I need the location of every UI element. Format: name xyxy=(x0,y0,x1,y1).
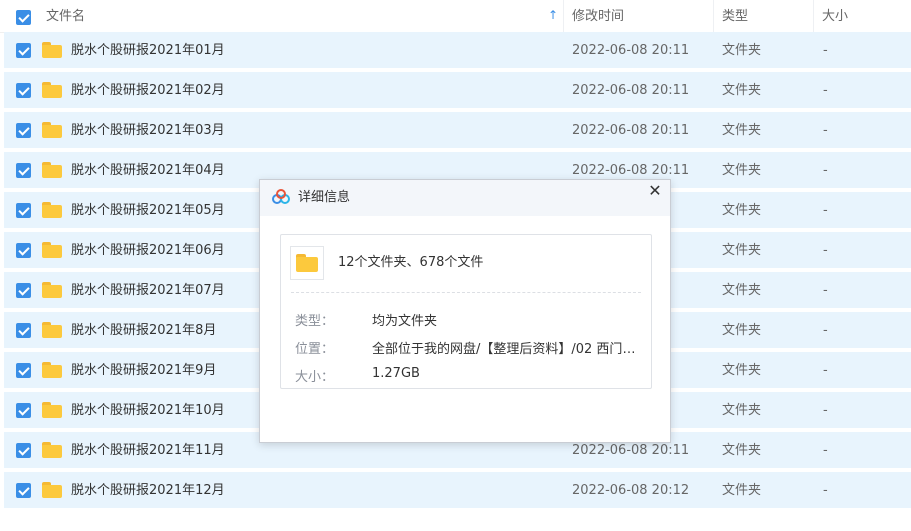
file-size: - xyxy=(823,283,828,298)
file-type: 文件夹 xyxy=(722,323,762,338)
file-type: 文件夹 xyxy=(722,483,762,498)
file-name[interactable]: 脱水个股研报2021年9月 xyxy=(71,352,216,390)
file-type: 文件夹 xyxy=(722,363,762,378)
dialog-title: 详细信息 xyxy=(298,190,351,205)
file-name[interactable]: 脱水个股研报2021年04月 xyxy=(71,152,225,190)
column-header-name[interactable]: 文件名 xyxy=(46,0,85,32)
type-label: 类型： xyxy=(295,314,335,329)
file-size: - xyxy=(823,443,828,458)
folder-icon xyxy=(42,442,62,458)
file-size: - xyxy=(823,83,828,98)
size-label: 大小： xyxy=(295,370,335,385)
file-modified-time: 2022-06-08 20:11 xyxy=(572,43,690,58)
folder-icon xyxy=(42,402,62,418)
file-type: 文件夹 xyxy=(722,243,762,258)
file-type: 文件夹 xyxy=(722,283,762,298)
file-type: 文件夹 xyxy=(722,443,762,458)
folder-icon xyxy=(42,122,62,138)
details-dialog: 详细信息 ✕ 12个文件夹、678个文件 类型： 均为文件夹 位置： 全部位于我… xyxy=(259,179,671,443)
row-checkbox[interactable] xyxy=(16,403,31,418)
file-list-header: 文件名 ↑ 修改时间 类型 大小 xyxy=(0,0,911,33)
location-value[interactable]: 全部位于我的网盘/【整理后资料】/02 西门学院/... xyxy=(372,338,647,357)
file-size: - xyxy=(823,163,828,178)
folder-icon xyxy=(42,82,62,98)
file-type: 文件夹 xyxy=(722,163,762,178)
file-type: 文件夹 xyxy=(722,403,762,418)
row-checkbox[interactable] xyxy=(16,163,31,178)
file-type: 文件夹 xyxy=(722,123,762,138)
folder-icon xyxy=(42,162,62,178)
row-checkbox[interactable] xyxy=(16,323,31,338)
row-checkbox[interactable] xyxy=(16,43,31,58)
folder-icon xyxy=(42,362,62,378)
type-value: 均为文件夹 xyxy=(372,314,438,329)
file-name[interactable]: 脱水个股研报2021年01月 xyxy=(71,32,225,70)
file-name[interactable]: 脱水个股研报2021年10月 xyxy=(71,392,225,430)
file-size: - xyxy=(823,483,828,498)
row-checkbox[interactable] xyxy=(16,123,31,138)
column-header-size[interactable]: 大小 xyxy=(822,0,848,32)
file-size: - xyxy=(823,243,828,258)
file-type: 文件夹 xyxy=(722,43,762,58)
file-row[interactable]: 脱水个股研报2021年02月 2022-06-08 20:11 文件夹 - xyxy=(4,72,911,108)
folder-icon xyxy=(42,202,62,218)
folder-icon xyxy=(290,246,324,280)
row-checkbox[interactable] xyxy=(16,483,31,498)
file-name[interactable]: 脱水个股研报2021年07月 xyxy=(71,272,225,310)
file-size: - xyxy=(823,123,828,138)
file-name[interactable]: 脱水个股研报2021年12月 xyxy=(71,472,225,510)
folder-icon xyxy=(42,242,62,258)
column-divider xyxy=(563,0,564,32)
selection-summary: 12个文件夹、678个文件 xyxy=(338,255,484,270)
file-type: 文件夹 xyxy=(722,203,762,218)
file-row[interactable]: 脱水个股研报2021年12月 2022-06-08 20:12 文件夹 - xyxy=(4,472,911,508)
column-header-type[interactable]: 类型 xyxy=(722,0,748,32)
divider xyxy=(291,292,641,293)
file-name[interactable]: 脱水个股研报2021年8月 xyxy=(71,312,216,350)
column-divider xyxy=(813,0,814,32)
file-name[interactable]: 脱水个股研报2021年03月 xyxy=(71,112,225,150)
row-checkbox[interactable] xyxy=(16,243,31,258)
column-divider xyxy=(713,0,714,32)
file-type: 文件夹 xyxy=(722,83,762,98)
row-checkbox[interactable] xyxy=(16,283,31,298)
file-name[interactable]: 脱水个股研报2021年02月 xyxy=(71,72,225,110)
row-checkbox[interactable] xyxy=(16,83,31,98)
location-label: 位置： xyxy=(295,342,335,357)
file-size: - xyxy=(823,43,828,58)
file-name[interactable]: 脱水个股研报2021年06月 xyxy=(71,232,225,270)
dialog-header[interactable]: 详细信息 ✕ xyxy=(260,180,670,216)
row-checkbox[interactable] xyxy=(16,363,31,378)
file-modified-time: 2022-06-08 20:11 xyxy=(572,123,690,138)
sort-up-icon[interactable]: ↑ xyxy=(548,8,558,22)
file-size: - xyxy=(823,363,828,378)
folder-icon xyxy=(42,42,62,58)
baidu-cloud-logo-icon xyxy=(272,189,290,204)
file-modified-time: 2022-06-08 20:11 xyxy=(572,83,690,98)
file-name[interactable]: 脱水个股研报2021年05月 xyxy=(71,192,225,230)
folder-icon xyxy=(42,282,62,298)
file-size: - xyxy=(823,403,828,418)
file-name[interactable]: 脱水个股研报2021年11月 xyxy=(71,432,225,470)
details-panel: 12个文件夹、678个文件 类型： 均为文件夹 位置： 全部位于我的网盘/【整理… xyxy=(280,234,652,389)
folder-icon xyxy=(42,482,62,498)
select-all-checkbox[interactable] xyxy=(16,10,31,25)
folder-icon xyxy=(42,322,62,338)
file-modified-time: 2022-06-08 20:12 xyxy=(572,483,690,498)
file-size: - xyxy=(823,323,828,338)
file-row[interactable]: 脱水个股研报2021年01月 2022-06-08 20:11 文件夹 - xyxy=(4,32,911,68)
size-value: 1.27GB xyxy=(372,366,420,381)
column-header-time[interactable]: 修改时间 xyxy=(572,0,624,32)
row-checkbox[interactable] xyxy=(16,443,31,458)
file-row[interactable]: 脱水个股研报2021年03月 2022-06-08 20:11 文件夹 - xyxy=(4,112,911,148)
close-icon[interactable]: ✕ xyxy=(646,182,664,200)
row-checkbox[interactable] xyxy=(16,203,31,218)
file-size: - xyxy=(823,203,828,218)
